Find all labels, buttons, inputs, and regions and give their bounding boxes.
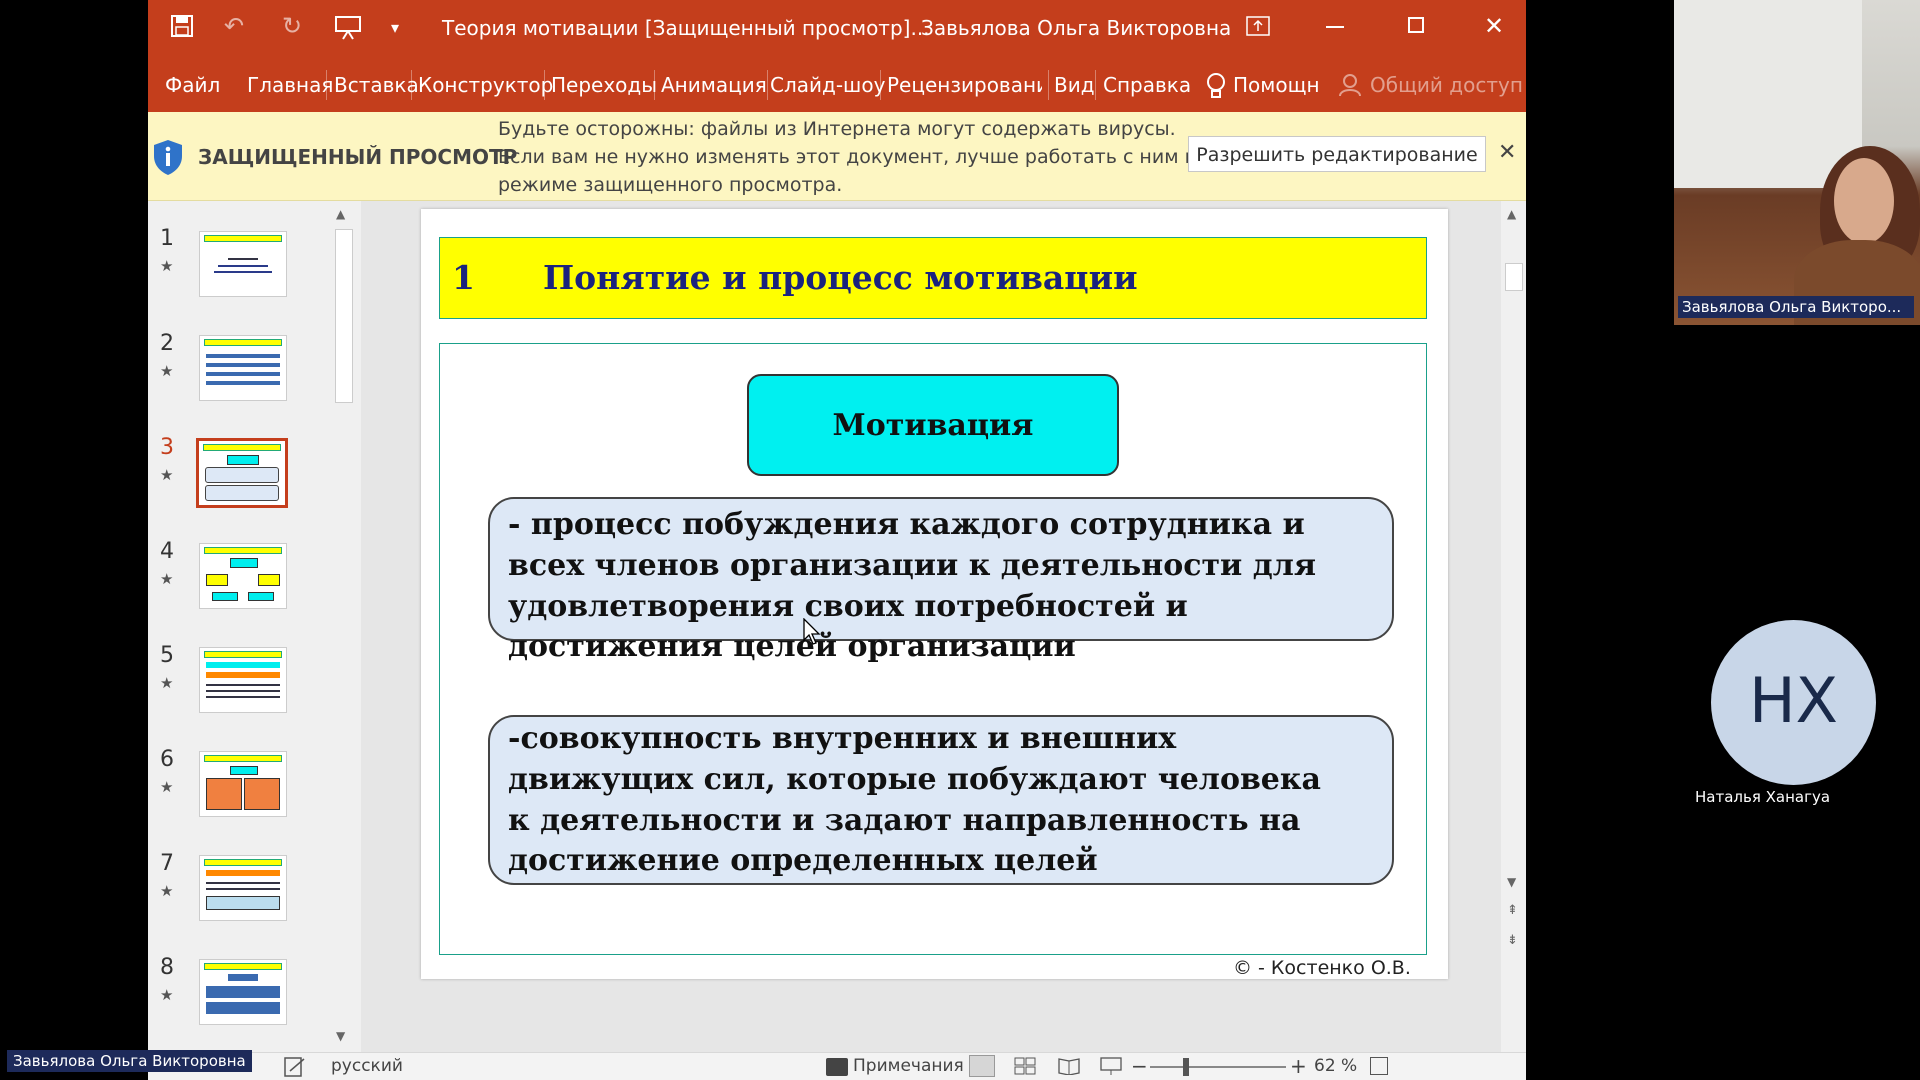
animation-star-icon: ★ [160,466,174,484]
notes-icon[interactable] [826,1058,848,1076]
protected-view-bar: ЗАЩИЩЕННЫЙ ПРОСМОТР Будьте осторожны: фа… [148,112,1526,201]
close-icon[interactable]: ✕ [1484,12,1504,40]
tab-help[interactable]: Справка [1103,73,1191,97]
tab-insert[interactable]: Вставка [334,73,419,97]
animation-star-icon: ★ [160,986,174,1004]
animation-star-icon: ★ [160,778,174,796]
zoom-out-icon[interactable]: − [1131,1054,1148,1078]
reading-view-icon[interactable] [1058,1057,1080,1076]
ribbon-display-options-icon[interactable] [1246,16,1270,36]
protected-view-message-line3: режиме защищенного просмотра. [498,174,843,196]
normal-view-icon[interactable] [969,1055,995,1077]
maximize-icon[interactable] [1408,17,1424,33]
protected-view-label: ЗАЩИЩЕННЫЙ ПРОСМОТР [198,145,518,169]
definition-2-line-2: движущих сил, которые побуждают человека [508,762,1321,797]
motivation-box: Мотивация [747,374,1119,476]
tab-home[interactable]: Главная [247,73,333,97]
previous-slide-icon[interactable]: ⇞ [1507,903,1518,918]
undo-icon[interactable]: ↶ [224,12,244,40]
slide-header-number: 1 [452,258,475,297]
scrollbar-thumb[interactable] [335,229,353,403]
enable-editing-button[interactable]: Разрешить редактирование [1188,136,1486,172]
scrollbar-thumb[interactable] [1505,263,1523,291]
definition-box-2: -совокупность внутренних и внешних движу… [488,715,1394,885]
notes-button[interactable]: Примечания [853,1056,964,1076]
animation-star-icon: ★ [160,257,174,275]
zoom-slider-handle[interactable] [1183,1058,1189,1076]
presenter-tile-label: Завьялова Ольга Викторо... [1678,296,1914,318]
definition-2-line-3: к деятельности и задают направленность н… [508,803,1301,838]
motivation-box-label: Мотивация [832,408,1034,443]
slide-copyright: © - Костенко О.В. [1233,957,1411,979]
zoom-level[interactable]: 62 % [1314,1056,1357,1076]
zoom-slider[interactable] [1150,1066,1286,1068]
powerpoint-window: ↶ ↻ ▾ Теория мотивации [Защищенный просм… [148,0,1526,1080]
slide-sorter-icon[interactable] [1014,1057,1036,1075]
tab-file[interactable]: Файл [165,73,220,97]
tab-review[interactable]: Рецензирование [887,73,1042,97]
animation-star-icon: ★ [160,570,174,588]
status-bar: 7 русский Примечания − + 62 % [148,1052,1526,1080]
scroll-down-arrow-icon[interactable]: ▼ [1507,875,1516,889]
definition-1-line-4: достижения целей организации [508,629,1076,664]
animation-star-icon: ★ [160,674,174,692]
save-icon[interactable] [170,14,194,38]
tab-transitions[interactable]: Переходы [551,73,657,97]
ribbon-tabs: Файл Главная Вставка Конструктор Переход… [148,56,1526,112]
language-indicator[interactable]: русский [331,1056,403,1076]
definition-1-line-2: всех членов организации к деятельности д… [508,548,1317,583]
minimize-icon[interactable] [1326,26,1344,28]
protected-view-message-line2: Если вам не нужно изменять этот документ… [498,146,1196,168]
tell-me-search[interactable]: Помощн [1233,73,1320,97]
presenter-name-label: Завьялова Ольга Викторовна [7,1050,252,1072]
lightbulb-icon [1206,72,1226,100]
protected-view-message-line1: Будьте осторожны: файлы из Интернета мог… [498,118,1176,140]
signed-in-user[interactable]: Завьялова Ольга Викторовна [921,16,1231,40]
definition-2-line-4: достижение определенных целей [508,843,1098,878]
close-protected-bar-icon[interactable]: ✕ [1498,140,1516,165]
tab-slideshow[interactable]: Слайд-шоу [770,73,885,97]
share-person-icon[interactable] [1338,73,1362,97]
scroll-up-arrow-icon[interactable]: ▲ [1507,207,1516,221]
fit-to-window-icon[interactable] [1370,1057,1388,1075]
accessibility-icon[interactable] [284,1057,306,1077]
mouse-cursor-icon [803,617,823,646]
share-button[interactable]: Общий доступ [1370,73,1523,97]
participant-name-label: Наталья Ханагуа [1695,788,1831,806]
avatar-initials: НХ [1748,664,1839,737]
scroll-up-arrow-icon[interactable]: ▲ [336,207,345,221]
slide-header-bar: 1 Понятие и процесс мотивации [439,237,1427,319]
definition-1-line-3: удовлетворения своих потребностей и [508,589,1188,624]
definition-1-line-1: - процесс побуждения каждого сотрудника … [508,507,1305,542]
slideshow-view-icon[interactable] [1100,1057,1122,1075]
tab-animations[interactable]: Анимация [661,73,767,97]
vertical-scrollbar[interactable]: ▲ ▼ ⇞ ⇟ [1501,201,1526,1052]
definition-2-line-1: -совокупность внутренних и внешних [508,721,1177,756]
next-slide-icon[interactable]: ⇟ [1507,933,1518,948]
title-bar: ↶ ↻ ▾ Теория мотивации [Защищенный просм… [148,0,1526,56]
presenter-video-tile[interactable]: Завьялова Ольга Викторо... [1674,0,1920,325]
slide-header-title: Понятие и процесс мотивации [543,258,1138,297]
definition-box-1: - процесс побуждения каждого сотрудника … [488,497,1394,664]
tab-design[interactable]: Конструктор [418,73,553,97]
shield-info-icon [151,138,185,176]
quick-access-more-icon[interactable]: ▾ [391,18,399,37]
slideshow-icon[interactable] [334,14,362,40]
whiteboard [1674,0,1862,188]
thumbnails-scrollbar[interactable]: ▲ ▼ [326,201,361,1052]
participant-avatar[interactable]: НХ [1711,620,1876,785]
scroll-down-arrow-icon[interactable]: ▼ [336,1029,345,1043]
tab-view[interactable]: Вид [1054,73,1095,97]
presenter-face [1834,158,1894,244]
redo-icon[interactable]: ↻ [282,12,302,40]
document-title: Теория мотивации [Защищенный просмотр]..… [442,16,930,40]
slide-3[interactable]: 1 Понятие и процесс мотивации Мотивация … [421,209,1448,979]
zoom-in-icon[interactable]: + [1290,1054,1307,1078]
animation-star-icon: ★ [160,882,174,900]
animation-star-icon: ★ [160,362,174,380]
